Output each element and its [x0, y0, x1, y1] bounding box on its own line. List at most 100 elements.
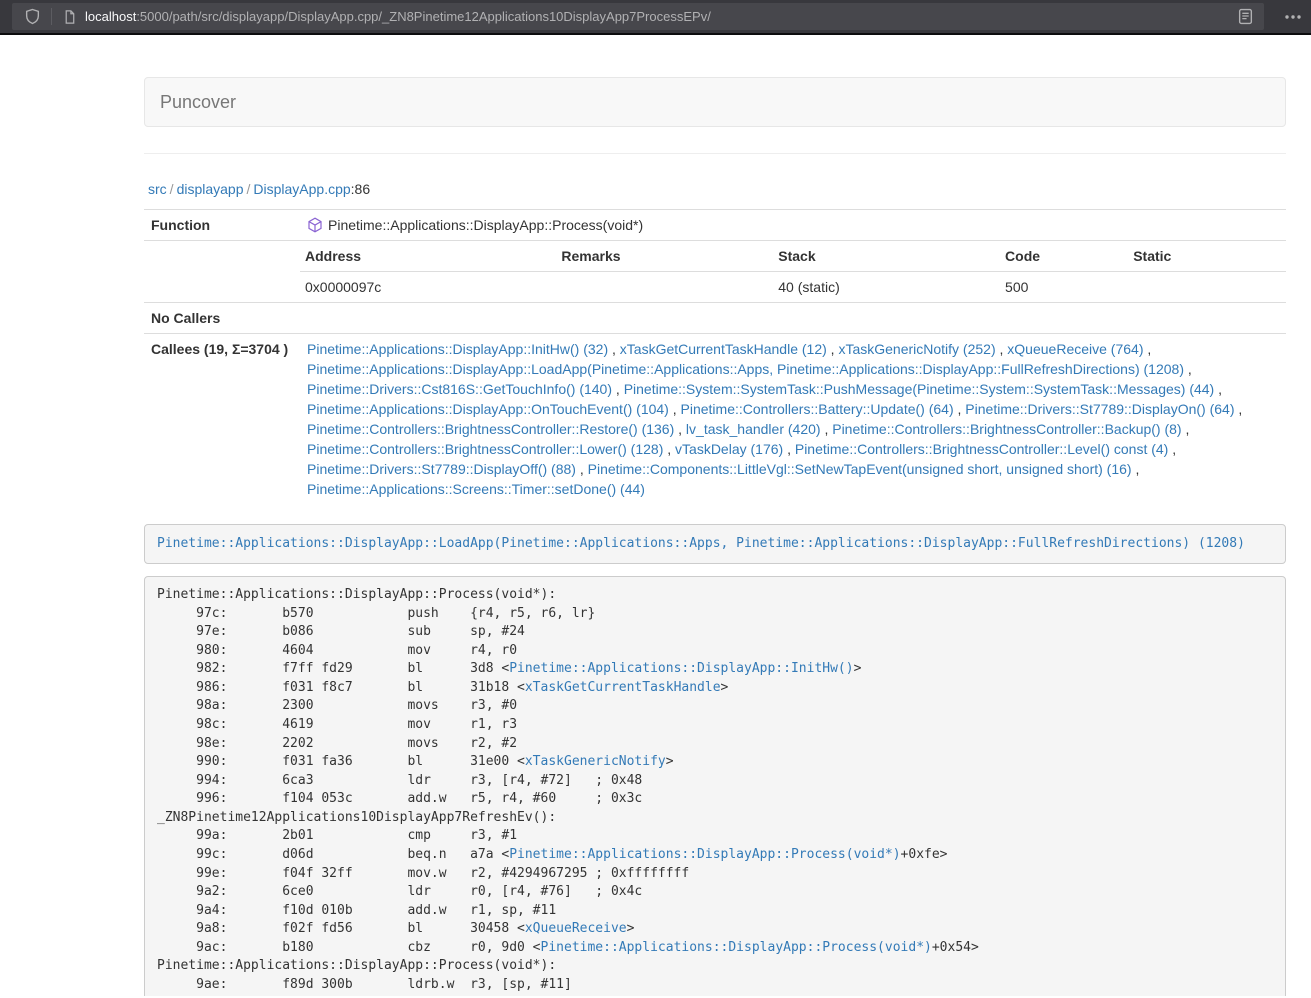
url-text[interactable]: localhost:5000/path/src/displayapp/Displ…: [85, 9, 1233, 24]
callee-link[interactable]: Pinetime::Controllers::BrightnessControl…: [832, 421, 1181, 437]
callee-separator: ,: [674, 421, 686, 437]
details-table-cell: Address Remarks Stack Code Static 0x0000…: [300, 241, 1286, 303]
callees-list: Pinetime::Applications::DisplayApp::Init…: [300, 334, 1286, 505]
asm-text: 98e: 2202 movs r2, #2: [157, 736, 517, 751]
callee-link[interactable]: Pinetime::Drivers::St7789::DisplayOff() …: [307, 461, 576, 477]
address-value: 0x0000097c: [300, 272, 556, 303]
page-info-icon[interactable]: [58, 9, 81, 25]
url-host: localhost: [85, 9, 136, 24]
callee-separator: ,: [1182, 421, 1190, 437]
asm-text: 994: 6ca3 ldr r3, [r4, #72] ; 0x48: [157, 773, 642, 788]
asm-text: 98c: 4619 mov r1, r3: [157, 717, 517, 732]
asm-text: 9ac: b180 cbz r0, 9d0 <: [157, 940, 541, 955]
callee-separator: ,: [1132, 461, 1140, 477]
details-row: Address Remarks Stack Code Static 0x0000…: [144, 241, 1286, 303]
asm-symbol-link[interactable]: Pinetime::Applications::DisplayApp::Init…: [509, 661, 853, 676]
breadcrumb: src/displayapp/DisplayApp.cpp:86: [148, 179, 1286, 199]
callee-link[interactable]: Pinetime::Drivers::Cst816S::GetTouchInfo…: [307, 381, 612, 397]
urlbar-separator: [51, 8, 52, 25]
callee-link[interactable]: Pinetime::System::SystemTask::PushMessag…: [624, 381, 1215, 397]
breadcrumb-link-src[interactable]: src: [148, 181, 167, 197]
callee-link[interactable]: xTaskGetCurrentTaskHandle (12): [620, 341, 827, 357]
details-empty-cell: [144, 241, 300, 303]
asm-text: 99c: d06d beq.n a7a <: [157, 847, 509, 862]
code-value: 500: [1000, 272, 1128, 303]
asm-text: 99a: 2b01 cmp r3, #1: [157, 828, 517, 843]
asm-symbol-link[interactable]: xQueueReceive: [525, 921, 627, 936]
browser-toolbar: localhost:5000/path/src/displayapp/Displ…: [0, 0, 1311, 35]
callee-link[interactable]: vTaskDelay (176): [675, 441, 783, 457]
stack-value: 40 (static): [773, 272, 1000, 303]
asm-text: 97e: b086 sub sp, #24: [157, 624, 525, 639]
asm-text: >: [721, 680, 729, 695]
callee-separator: ,: [827, 341, 839, 357]
breadcrumb-separator: /: [244, 181, 254, 197]
callee-separator: ,: [783, 441, 795, 457]
asm-text: 996: f104 053c add.w r5, r4, #60 ; 0x3c: [157, 791, 642, 806]
callee-link[interactable]: Pinetime::Applications::DisplayApp::Init…: [307, 341, 608, 357]
callee-separator: ,: [1168, 441, 1176, 457]
callee-separator: ,: [1235, 401, 1243, 417]
callee-link[interactable]: xTaskGenericNotify (252): [838, 341, 995, 357]
asm-symbol-link[interactable]: xTaskGetCurrentTaskHandle: [525, 680, 721, 695]
url-bar[interactable]: localhost:5000/path/src/displayapp/Displ…: [12, 3, 1264, 30]
asm-text: Pinetime::Applications::DisplayApp::Proc…: [157, 587, 556, 602]
asm-text: +0xfe>: [901, 847, 948, 862]
callee-separator: ,: [996, 341, 1008, 357]
url-path: :5000/path/src/displayapp/DisplayApp.cpp…: [136, 9, 711, 24]
breadcrumb-link-displayapp[interactable]: displayapp: [177, 181, 244, 197]
callee-link[interactable]: Pinetime::Controllers::BrightnessControl…: [307, 441, 663, 457]
callee-separator: ,: [576, 461, 588, 477]
asm-symbol-link[interactable]: Pinetime::Applications::DisplayApp::Proc…: [541, 940, 932, 955]
page: Puncover src/displayapp/DisplayApp.cpp:8…: [0, 35, 1311, 996]
callees-label: Callees (19, Σ=3704 ): [144, 334, 300, 505]
brand-link[interactable]: Puncover: [145, 77, 251, 127]
asm-text: 9a4: f10d 010b add.w r1, sp, #11: [157, 903, 556, 918]
callee-link[interactable]: Pinetime::Controllers::BrightnessControl…: [795, 441, 1168, 457]
snippet-link[interactable]: Pinetime::Applications::DisplayApp::Load…: [157, 536, 1245, 551]
asm-text: >: [627, 921, 635, 936]
callee-separator: ,: [663, 441, 675, 457]
callee-separator: ,: [669, 401, 681, 417]
shield-icon[interactable]: [20, 8, 45, 25]
symbol-display-name: Pinetime::Applications::DisplayApp::Proc…: [328, 217, 643, 233]
callee-link[interactable]: Pinetime::Controllers::Battery::Update()…: [681, 401, 954, 417]
asm-symbol-link[interactable]: xTaskGenericNotify: [525, 754, 666, 769]
address-header: Address: [300, 241, 556, 272]
no-callers-empty-cell: [300, 303, 1286, 334]
asm-text: 990: f031 fa36 bl 31e00 <: [157, 754, 525, 769]
callee-separator: ,: [1143, 341, 1151, 357]
callee-link[interactable]: lv_task_handler (420): [686, 421, 821, 437]
navbar: Puncover: [144, 77, 1286, 127]
asm-text: 9a8: f02f fd56 bl 30458 <: [157, 921, 525, 936]
asm-text: 9a2: 6ce0 ldr r0, [r4, #76] ; 0x4c: [157, 884, 642, 899]
callee-link[interactable]: Pinetime::Components::LittleVgl::SetNewT…: [588, 461, 1132, 477]
breadcrumb-link-file[interactable]: DisplayApp.cpp: [253, 181, 350, 197]
reader-mode-icon[interactable]: [1233, 8, 1258, 25]
asm-text: Pinetime::Applications::DisplayApp::Proc…: [157, 958, 556, 973]
callee-link[interactable]: Pinetime::Drivers::St7789::DisplayOn() (…: [965, 401, 1234, 417]
ellipsis-menu-icon[interactable]: [1280, 14, 1306, 20]
callee-link[interactable]: Pinetime::Controllers::BrightnessControl…: [307, 421, 674, 437]
divider: [144, 153, 1286, 154]
callee-link[interactable]: Pinetime::Applications::DisplayApp::Load…: [307, 361, 1184, 377]
function-label: Function: [144, 210, 300, 241]
asm-text: 9b2: 2b0a cmp r3, #10: [157, 995, 525, 996]
details-value-row: 0x0000097c 40 (static) 500: [300, 272, 1286, 303]
static-value: [1128, 272, 1286, 303]
callee-link[interactable]: Pinetime::Applications::DisplayApp::OnTo…: [307, 401, 669, 417]
largest-callee-snippet: Pinetime::Applications::DisplayApp::Load…: [144, 524, 1286, 564]
asm-symbol-link[interactable]: Pinetime::Applications::DisplayApp::Proc…: [509, 847, 900, 862]
asm-text: 980: 4604 mov r4, r0: [157, 643, 517, 658]
asm-text: >: [666, 754, 674, 769]
stack-header: Stack: [773, 241, 1000, 272]
asm-text: 98a: 2300 movs r3, #0: [157, 698, 517, 713]
breadcrumb-separator: /: [167, 181, 177, 197]
callee-link[interactable]: xQueueReceive (764): [1007, 341, 1143, 357]
remarks-value: [556, 272, 773, 303]
asm-text: 97c: b570 push {r4, r5, r6, lr}: [157, 606, 595, 621]
callee-link[interactable]: Pinetime::Applications::Screens::Timer::…: [307, 481, 645, 497]
no-callers-row: No Callers: [144, 303, 1286, 334]
details-table: Address Remarks Stack Code Static 0x0000…: [300, 241, 1286, 302]
cube-icon: [307, 217, 323, 233]
